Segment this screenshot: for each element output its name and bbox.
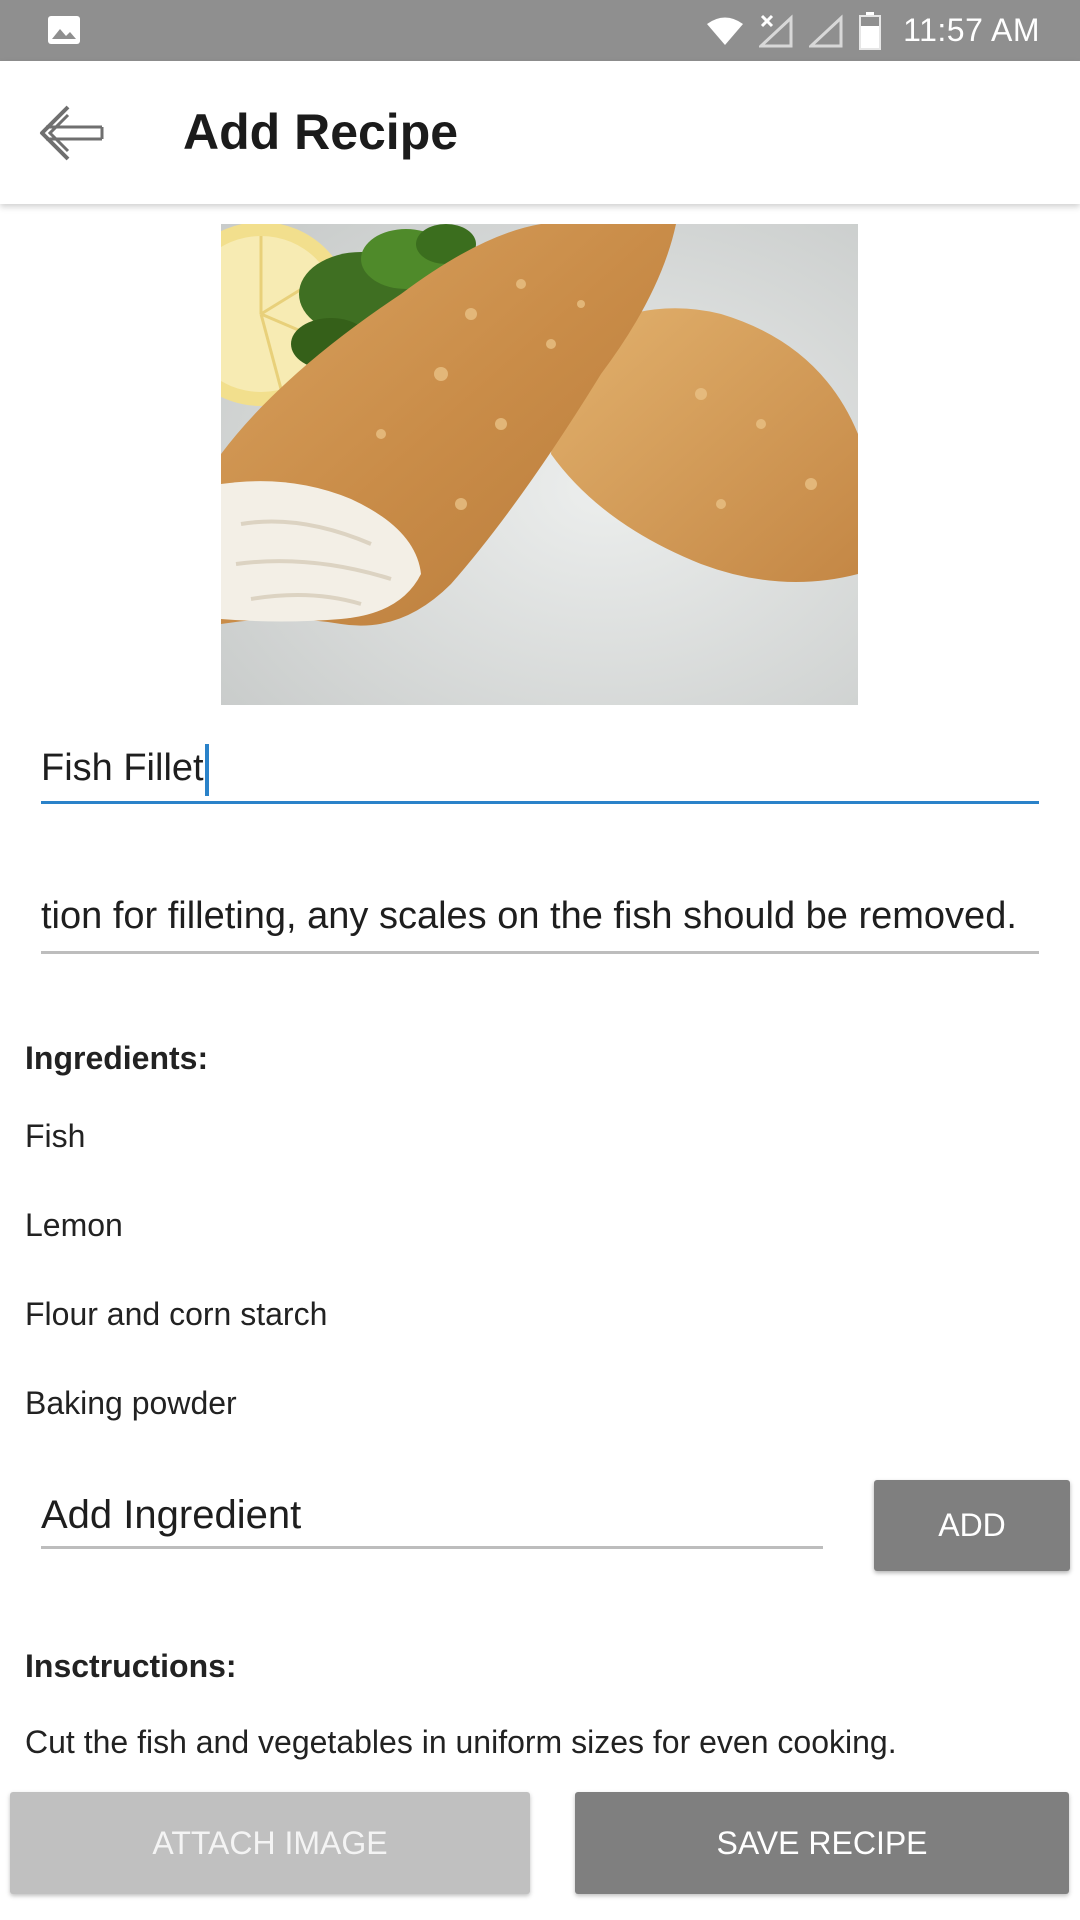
- back-arrow-icon: [40, 105, 104, 161]
- status-time: 11:57 AM: [903, 12, 1040, 48]
- instruction-item: Cut the fish and vegetables in uniform s…: [25, 1724, 897, 1760]
- ingredient-item: Flour and corn starch: [25, 1296, 328, 1332]
- attach-image-button[interactable]: ATTACH IMAGE: [10, 1792, 530, 1894]
- wifi-icon: [707, 17, 744, 45]
- add-ingredient-button[interactable]: ADD: [874, 1480, 1070, 1571]
- no-sim-signal-icon: [759, 14, 793, 47]
- back-button[interactable]: [30, 93, 114, 173]
- recipe-description-value: tion for filleting, any scales on the fi…: [41, 895, 1017, 937]
- recipe-photo[interactable]: [221, 224, 858, 705]
- ingredients-list: Fish Lemon Flour and corn starch Baking …: [25, 1117, 327, 1473]
- add-ingredient-placeholder: Add Ingredient: [41, 1493, 302, 1537]
- ingredient-item: Fish: [25, 1118, 86, 1154]
- instructions-label: Insctructions:: [25, 1648, 237, 1684]
- gallery-notification-icon: [48, 16, 80, 44]
- breaded-fish-fillet-photo: [221, 224, 858, 705]
- ingredients-label: Ingredients:: [25, 1040, 209, 1076]
- save-recipe-button[interactable]: SAVE RECIPE: [575, 1792, 1069, 1894]
- status-icons: 11:57 AM: [705, 0, 1040, 61]
- battery-icon: [859, 11, 882, 50]
- status-bar: 11:57 AM: [0, 0, 1080, 61]
- app-bar: Add Recipe: [0, 61, 1080, 204]
- page-title: Add Recipe: [183, 104, 459, 160]
- recipe-description-input[interactable]: tion for filleting, any scales on the fi…: [41, 886, 1039, 954]
- ingredient-item: Lemon: [25, 1207, 123, 1243]
- add-ingredient-input[interactable]: Add Ingredient: [41, 1489, 823, 1549]
- ingredient-item: Baking powder: [25, 1385, 237, 1421]
- recipe-name-value: Fish Fillet: [41, 747, 204, 789]
- recipe-name-input[interactable]: Fish Fillet: [41, 738, 1039, 804]
- signal-icon: [809, 14, 843, 47]
- text-cursor: [204, 743, 209, 796]
